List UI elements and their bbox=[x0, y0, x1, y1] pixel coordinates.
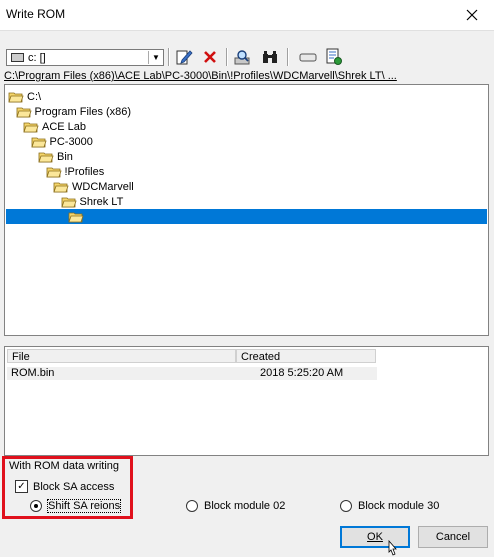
tree-node[interactable]: ACE Lab bbox=[23, 119, 86, 134]
file-list-header: File Created bbox=[5, 349, 488, 363]
delete-icon bbox=[204, 51, 216, 63]
ok-button[interactable]: OK bbox=[340, 526, 410, 548]
close-button[interactable] bbox=[454, 2, 490, 28]
tree-node-label: Program Files (x86) bbox=[34, 105, 132, 118]
folder-open-icon bbox=[68, 211, 84, 223]
properties-button[interactable] bbox=[324, 47, 344, 67]
tree-node-label: WDCMarvell bbox=[72, 180, 134, 193]
tree-node[interactable]: !Profiles bbox=[45, 164, 105, 179]
drive-icon bbox=[11, 53, 24, 62]
tree-node-label: C:\ bbox=[27, 90, 42, 103]
radio-label: Block module 30 bbox=[358, 500, 440, 512]
file-created: 2018 5:25:20 AM bbox=[260, 367, 344, 379]
tree-node[interactable]: Program Files (x86) bbox=[15, 104, 132, 119]
binoculars-icon bbox=[263, 51, 277, 63]
toolbar-separator bbox=[287, 48, 289, 66]
cancel-button[interactable]: Cancel bbox=[418, 526, 488, 548]
eject-icon bbox=[299, 53, 317, 62]
folder-tree[interactable]: C:\ Program Files (x86) ACE Lab PC-3000 Bin!… bbox=[4, 84, 489, 336]
tree-node[interactable]: WDCMarvell bbox=[53, 179, 134, 194]
tree-node-label: !Profiles bbox=[64, 165, 105, 178]
folder-open-icon bbox=[45, 166, 62, 178]
toolbar-separator bbox=[226, 48, 228, 66]
folder-open-icon bbox=[38, 151, 54, 163]
file-name: ROM.bin bbox=[11, 367, 55, 379]
drive-select[interactable]: c: [] ▼ bbox=[6, 49, 164, 66]
edit-icon bbox=[176, 50, 193, 65]
folder-open-icon bbox=[23, 121, 39, 133]
radio-label: Block module 02 bbox=[204, 500, 286, 512]
tree-node[interactable]: Bin bbox=[38, 149, 73, 164]
eject-button[interactable] bbox=[298, 47, 318, 67]
radio-block-module-30[interactable]: Block module 30 bbox=[340, 500, 439, 512]
find-icon bbox=[234, 50, 250, 65]
highlight-annotation bbox=[2, 456, 133, 519]
tree-node[interactable]: PC-3000 bbox=[30, 134, 93, 149]
file-list[interactable]: File Created ROM.bin 2018 5:25:20 AM bbox=[4, 346, 489, 456]
find-button[interactable] bbox=[232, 47, 252, 67]
toolbar: c: [] ▼ bbox=[4, 44, 490, 68]
column-header-file[interactable]: File bbox=[7, 349, 236, 363]
tree-node[interactable]: C:\ bbox=[8, 89, 41, 104]
tree-node[interactable]: Shrek LT bbox=[60, 194, 124, 209]
toolbar-separator bbox=[168, 48, 170, 66]
tree-node-label: ACE Lab bbox=[42, 120, 87, 133]
delete-button[interactable] bbox=[200, 47, 220, 67]
folder-open-icon bbox=[30, 136, 47, 148]
radio-button[interactable] bbox=[186, 500, 198, 512]
folder-open-icon bbox=[53, 181, 69, 193]
window-title: Write ROM bbox=[6, 7, 66, 21]
chevron-down-icon[interactable]: ▼ bbox=[148, 51, 163, 64]
cancel-label: Cancel bbox=[435, 531, 471, 543]
mouse-cursor-icon bbox=[388, 540, 397, 556]
edit-button[interactable] bbox=[174, 47, 194, 67]
tree-node[interactable] bbox=[6, 209, 487, 224]
current-path[interactable]: C:\Program Files (x86)\ACE Lab\PC-3000\B… bbox=[4, 70, 397, 82]
folder-open-icon bbox=[15, 106, 32, 118]
close-icon bbox=[466, 9, 478, 21]
radio-button[interactable] bbox=[340, 500, 352, 512]
tree-node-label: PC-3000 bbox=[49, 135, 93, 148]
column-header-created[interactable]: Created bbox=[236, 349, 376, 363]
folder-open-icon bbox=[60, 196, 77, 208]
title-bar: Write ROM bbox=[0, 0, 494, 31]
radio-block-module-02[interactable]: Block module 02 bbox=[186, 500, 285, 512]
binoculars-button[interactable] bbox=[260, 47, 280, 67]
properties-icon bbox=[326, 48, 342, 65]
tree-node-label: Bin bbox=[57, 150, 73, 163]
tree-node-label: Shrek LT bbox=[79, 195, 124, 208]
ok-label: OK bbox=[367, 531, 383, 543]
drive-value: c: [] bbox=[28, 51, 46, 64]
folder-open-icon bbox=[8, 91, 24, 103]
table-row[interactable]: ROM.bin 2018 5:25:20 AM bbox=[7, 367, 377, 380]
